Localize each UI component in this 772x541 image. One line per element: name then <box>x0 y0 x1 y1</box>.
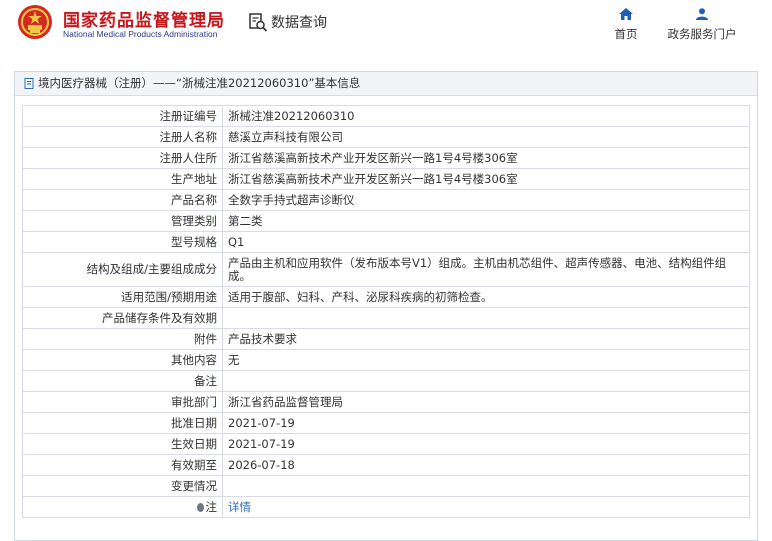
row-value: 2021-07-19 <box>222 412 750 434</box>
table-row: 备注 <box>22 370 750 392</box>
row-value: 浙械注准20212060310 <box>222 105 750 127</box>
data-query-label: 数据查询 <box>271 15 327 31</box>
table-row: 结构及组成/主要组成成分 产品由主机和应用软件（发布版本号V1）组成。主机由机芯组… <box>22 252 750 287</box>
table-row: 附件 产品技术要求 <box>22 328 750 350</box>
user-icon <box>696 8 708 20</box>
row-value: 适用于腹部、妇科、产科、泌尿科疾病的初筛检查。 <box>222 286 750 308</box>
table-row: 注册人住所 浙江省慈溪高新技术产业开发区新兴一路1号4号楼306室 <box>22 147 750 169</box>
panel-title: 境内医疗器械（注册）——“浙械注准20212060310”基本信息 <box>38 76 361 90</box>
row-value: 第二类 <box>222 210 750 232</box>
row-label: 注册人住所 <box>22 147 223 169</box>
row-value: 详情 <box>222 496 750 518</box>
row-label: 管理类别 <box>22 210 223 232</box>
row-label: 有效期至 <box>22 454 223 476</box>
row-value: 无 <box>222 349 750 371</box>
row-value: 浙江省药品监督管理局 <box>222 391 750 413</box>
panel-title-bar: 境内医疗器械（注册）——“浙械注准20212060310”基本信息 <box>15 72 757 96</box>
row-label: 注册证编号 <box>22 105 223 127</box>
home-icon <box>619 8 633 20</box>
table-row: 其他内容无 <box>22 349 750 371</box>
site-subtitle: National Medical Products Administration <box>63 29 218 39</box>
table-row: 生效日期 2021-07-19 <box>22 433 750 455</box>
table-row: 批准日期 2021-07-19 <box>22 412 750 434</box>
detail-panel: 境内医疗器械（注册）——“浙械注准20212060310”基本信息 注册证编号浙… <box>14 71 758 541</box>
nav-service-portal-label: 政务服务门户 <box>667 27 737 41</box>
row-value: 浙江省慈溪高新技术产业开发区新兴一路1号4号楼306室 <box>222 147 750 169</box>
site-header: 国家药品监督管理局 National Medical Products Admi… <box>0 0 772 62</box>
row-value <box>222 307 750 329</box>
row-label: 产品名称 <box>22 189 223 211</box>
table-row: 注 详情 <box>22 496 750 518</box>
row-value: 2026-07-18 <box>222 454 750 476</box>
nav-home-label: 首页 <box>614 27 638 41</box>
row-value: 产品由主机和应用软件（发布版本号V1）组成。主机由机芯组件、超声传感器、电池、结… <box>222 252 750 287</box>
table-row: 注册人名称 慈溪立声科技有限公司 <box>22 126 750 148</box>
table-row: 产品储存条件及有效期 <box>22 307 750 329</box>
table-row: 生产地址 浙江省慈溪高新技术产业开发区新兴一路1号4号楼306室 <box>22 168 750 190</box>
row-value: 浙江省慈溪高新技术产业开发区新兴一路1号4号楼306室 <box>222 168 750 190</box>
row-label: 备注 <box>22 370 223 392</box>
row-value <box>222 370 750 392</box>
row-label: 注册人名称 <box>22 126 223 148</box>
row-label: 批准日期 <box>22 412 223 434</box>
row-value: 产品技术要求 <box>222 328 750 350</box>
table-row: 适用范围/预期用途 适用于腹部、妇科、产科、泌尿科疾病的初筛检查。 <box>22 286 750 308</box>
row-label: 变更情况 <box>22 475 223 497</box>
row-value <box>222 475 750 497</box>
row-label: 生产地址 <box>22 168 223 190</box>
row-label: 适用范围/预期用途 <box>22 286 223 308</box>
table-row: 管理类别 第二类 <box>22 210 750 232</box>
row-value: Q1 <box>222 231 750 253</box>
table-row: 变更情况 <box>22 475 750 497</box>
device-info-table: 注册证编号 浙械注准20212060310 注册人名称 慈溪立声科技有限公司 注册人… <box>22 105 750 518</box>
details-link[interactable]: 详情 <box>228 500 251 514</box>
table-row: 审批部门 浙江省药品监督管理局 <box>22 391 750 413</box>
note-dot-icon <box>196 502 204 512</box>
row-label: 产品储存条件及有效期 <box>22 307 223 329</box>
nav-home[interactable]: 首页 <box>612 8 640 42</box>
row-label: 注 <box>22 496 223 518</box>
row-label: 其他内容 <box>22 349 223 371</box>
site-title: 国家药品监督管理局 <box>63 11 225 31</box>
row-label: 结构及组成/主要组成成分 <box>22 252 223 287</box>
row-value: 全数字手持式超声诊断仪 <box>222 189 750 211</box>
row-label: 附件 <box>22 328 223 350</box>
nav-service-portal[interactable]: 政务服务门户 <box>664 8 740 42</box>
document-icon <box>24 78 34 89</box>
table-row: 产品名称 全数字手持式超声诊断仪 <box>22 189 750 211</box>
row-label: 型号规格 <box>22 231 223 253</box>
row-value: 慈溪立声科技有限公司 <box>222 126 750 148</box>
note-label: 注 <box>205 499 218 514</box>
row-label: 生效日期 <box>22 433 223 455</box>
row-value: 2021-07-19 <box>222 433 750 455</box>
document-search-icon <box>249 13 268 32</box>
table-row: 有效期至 2026-07-18 <box>22 454 750 476</box>
data-query-link[interactable]: 数据查询 <box>248 12 327 32</box>
table-row: 型号规格 Q1 <box>22 231 750 253</box>
row-label: 审批部门 <box>22 391 223 413</box>
table-row: 注册证编号 浙械注准20212060310 <box>22 105 750 127</box>
national-emblem-icon <box>18 5 52 39</box>
